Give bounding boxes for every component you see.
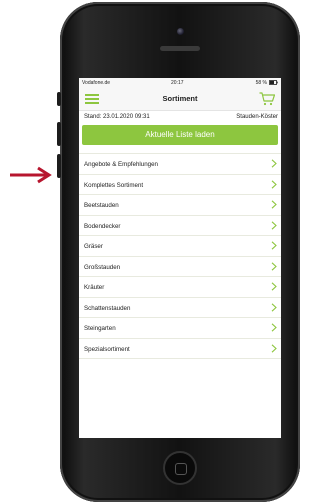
category-label: Gräser [84,243,103,250]
mute-switch [57,92,61,106]
carrier-label: Vodafone.de [82,80,111,86]
category-label: Angebote & Empfehlungen [84,161,158,168]
category-item[interactable]: Kräuter [79,277,281,298]
list-info-row: Stand: 23.01.2020 09:31 Stauden-Köster [79,111,281,123]
chevron-right-icon [271,220,277,230]
stand-timestamp: Stand: 23.01.2020 09:31 [84,114,150,120]
pointer-arrow-icon [10,166,52,184]
chevron-right-icon [271,200,277,209]
battery-icon [269,80,278,85]
category-item[interactable]: Bodendecker [79,216,281,236]
volume-up-button [57,122,61,146]
chevron-right-icon [271,159,277,168]
chevron-right-icon [271,179,277,189]
load-list-button[interactable]: Aktuelle Liste laden [82,125,278,145]
category-label: Bodendecker [84,222,121,230]
navigation-bar: Sortiment [79,88,281,111]
category-item[interactable]: Großstauden [79,257,281,277]
chevron-right-icon [271,282,277,291]
category-item[interactable]: Komplettes Sortiment [79,175,281,195]
category-item[interactable]: Schattenstauden [79,298,281,318]
supplier-name: Stauden-Köster [236,114,278,120]
category-label: Schattenstauden [84,304,131,312]
category-item[interactable]: Angebote & Empfehlungen [79,154,281,175]
category-label: Steingarten [84,325,116,332]
category-list: Angebote & Empfehlungen Komplettes Sortim… [79,153,281,359]
category-label: Spezialsortiment [84,345,130,353]
earpiece [160,46,200,51]
category-item[interactable]: Beetstauden [79,195,281,216]
category-label: Großstauden [84,263,121,271]
front-camera [177,28,184,35]
category-label: Kräuter [84,284,105,291]
chevron-right-icon [271,323,277,332]
category-label: Beetstauden [84,202,119,209]
chevron-right-icon [271,241,277,250]
app-screen: Vodafone.de 20:17 58 % Sortiment Stand: … [79,78,281,438]
chevron-right-icon [271,343,277,353]
phone-frame: Vodafone.de 20:17 58 % Sortiment Stand: … [57,2,300,502]
category-label: Komplettes Sortiment [84,181,144,189]
status-bar: Vodafone.de 20:17 58 % [79,78,281,88]
cart-icon[interactable] [259,92,275,106]
clock: 20:17 [171,80,184,86]
page-title: Sortiment [162,94,198,103]
category-item[interactable]: Steingarten [79,318,281,339]
category-item[interactable]: Spezialsortiment [79,339,281,359]
battery-percent: 58 % [255,80,267,86]
volume-down-button [57,154,61,178]
chevron-right-icon [271,261,277,271]
category-item[interactable]: Gräser [79,236,281,257]
home-button[interactable] [163,451,197,485]
chevron-right-icon [271,302,277,312]
